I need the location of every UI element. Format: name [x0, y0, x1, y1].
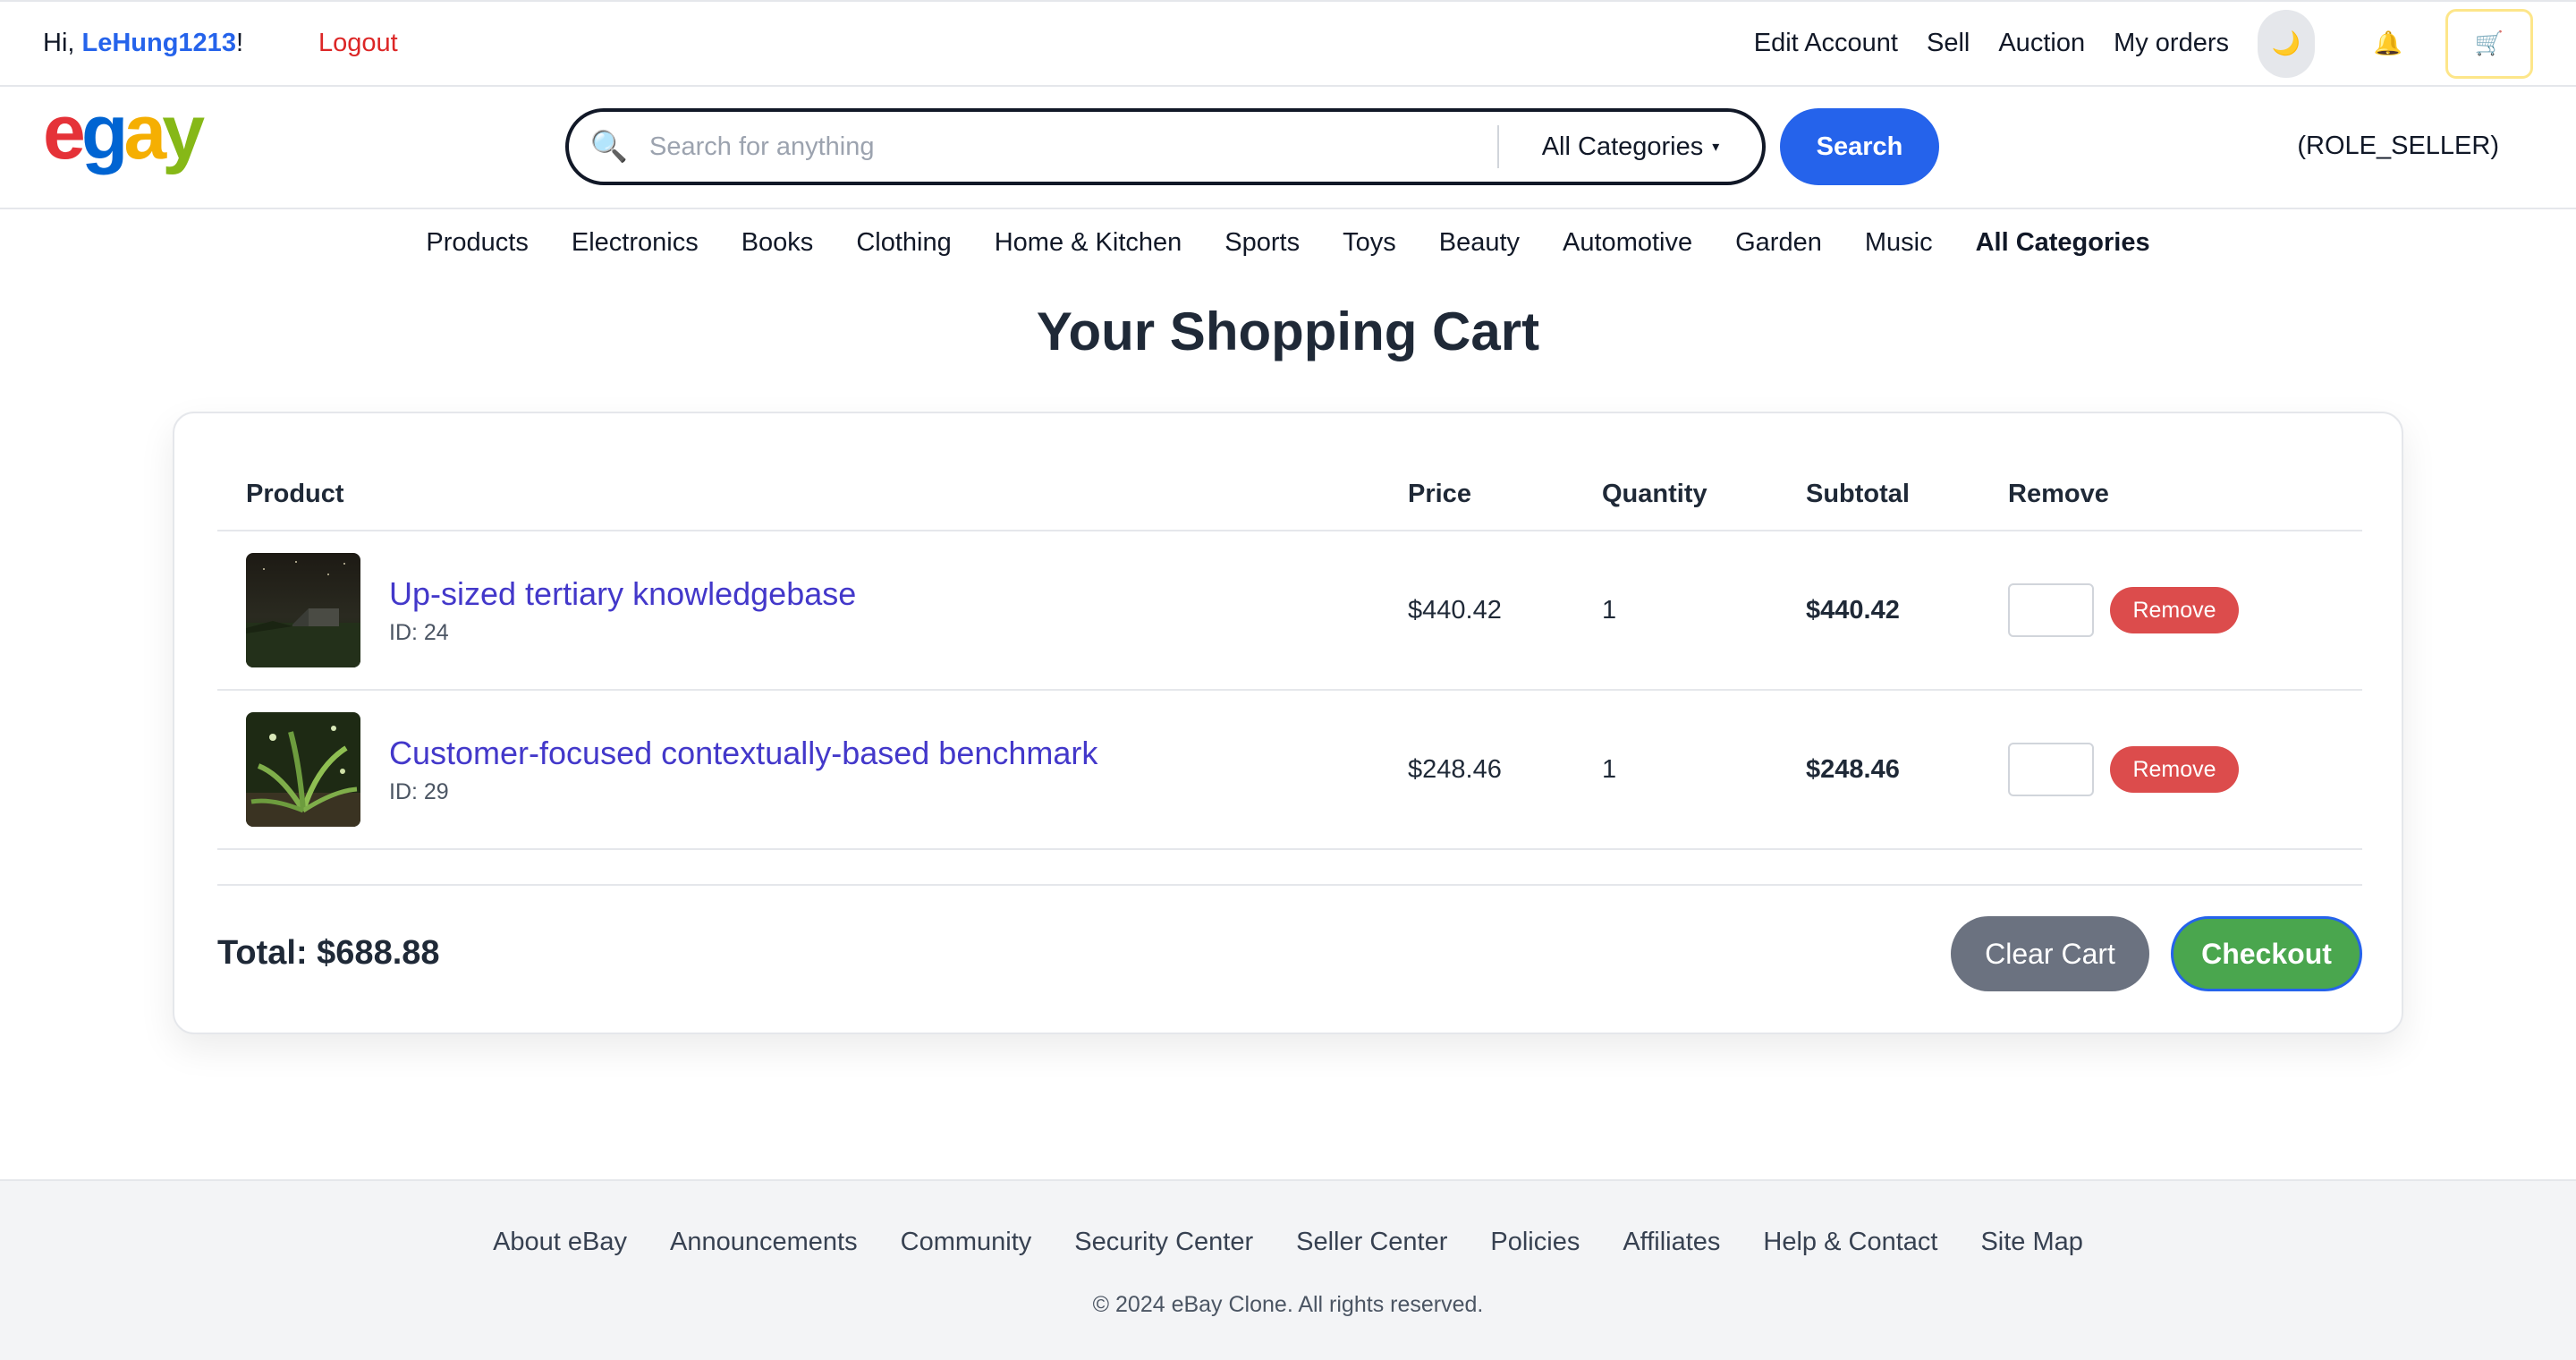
column-header-remove: Remove	[2008, 479, 2109, 508]
notifications-button[interactable]: 🔔	[2360, 15, 2417, 72]
nav-item-home-kitchen[interactable]: Home & Kitchen	[995, 228, 1182, 258]
footer-links: About eBay Announcements Community Secur…	[0, 1228, 2576, 1257]
greeting: Hi, LeHung1213!	[43, 29, 243, 58]
user-role: (ROLE_SELLER)	[2297, 132, 2499, 160]
search-icon: 🔍	[589, 130, 629, 164]
table-row: Up-sized tertiary knowledgebase ID: 24 $…	[217, 531, 2362, 691]
footer-link-security-center[interactable]: Security Center	[1074, 1228, 1253, 1257]
logo[interactable]: egay	[43, 94, 205, 171]
footer-link-announcements[interactable]: Announcements	[670, 1228, 858, 1257]
cart-card: Product Price Quantity Subtotal Remove U…	[173, 412, 2403, 1034]
page-title: Your Shopping Cart	[1036, 302, 1540, 361]
page-footer: About eBay Announcements Community Secur…	[0, 1179, 2576, 1360]
product-price: $248.46	[1408, 754, 1502, 784]
remove-quantity-input[interactable]	[2008, 583, 2094, 637]
nav-item-all-categories[interactable]: All Categories	[1976, 228, 2150, 258]
product-subtotal: $248.46	[1806, 754, 1900, 784]
remove-button[interactable]: Remove	[2110, 746, 2239, 793]
search-button[interactable]: Search	[1780, 108, 1939, 185]
nav-item-garden[interactable]: Garden	[1735, 228, 1822, 258]
header: egay 🔍 All Categories ▾ Search (ROLE_SEL…	[0, 87, 2576, 209]
footer-link-community[interactable]: Community	[901, 1228, 1032, 1257]
column-header-price: Price	[1408, 479, 1471, 508]
cart-summary: Total: $688.88 Clear Cart Checkout	[217, 884, 2362, 991]
product-info: Customer-focused contextually-based benc…	[389, 735, 1097, 805]
product-price: $440.42	[1408, 595, 1502, 625]
nav-item-books[interactable]: Books	[741, 228, 814, 258]
product-id: ID: 29	[389, 778, 449, 804]
greeting-suffix: !	[235, 29, 244, 57]
nav-item-sports[interactable]: Sports	[1224, 228, 1300, 258]
nav-item-music[interactable]: Music	[1865, 228, 1933, 258]
clear-cart-button[interactable]: Clear Cart	[1951, 916, 2149, 991]
nav-item-products[interactable]: Products	[426, 228, 528, 258]
table-header: Product Price Quantity Subtotal Remove	[217, 458, 2362, 531]
logout-link[interactable]: Logout	[318, 29, 398, 58]
bell-icon: 🔔	[2373, 30, 2403, 56]
product-name-link[interactable]: Up-sized tertiary knowledgebase	[389, 575, 856, 613]
edit-account-link[interactable]: Edit Account	[1754, 29, 1898, 58]
product-quantity: 1	[1602, 754, 1617, 784]
footer-link-seller-center[interactable]: Seller Center	[1296, 1228, 1447, 1257]
moon-icon: 🌙	[2271, 30, 2301, 56]
product-info: Up-sized tertiary knowledgebase ID: 24	[389, 575, 856, 646]
nav-item-beauty[interactable]: Beauty	[1439, 228, 1520, 258]
username[interactable]: LeHung1213	[82, 29, 236, 57]
product-subtotal: $440.42	[1806, 595, 1900, 625]
search-bar: 🔍 All Categories ▾	[565, 108, 1766, 185]
night-house-image	[246, 553, 360, 667]
footer-link-policies[interactable]: Policies	[1490, 1228, 1580, 1257]
nav-item-electronics[interactable]: Electronics	[572, 228, 699, 258]
cart-total: Total: $688.88	[217, 934, 440, 972]
nav-item-clothing[interactable]: Clothing	[856, 228, 951, 258]
product-name-link[interactable]: Customer-focused contextually-based benc…	[389, 735, 1097, 772]
product-cell: Customer-focused contextually-based benc…	[217, 712, 1408, 827]
cart-button[interactable]: 🛒	[2445, 8, 2533, 79]
sell-link[interactable]: Sell	[1927, 29, 1970, 58]
column-header-quantity: Quantity	[1602, 479, 1707, 508]
logo-letter-e: e	[43, 89, 86, 175]
product-cell: Up-sized tertiary knowledgebase ID: 24	[217, 553, 1408, 667]
product-thumbnail[interactable]	[246, 553, 360, 667]
cart-icon: 🛒	[2474, 30, 2504, 56]
top-bar: Hi, LeHung1213! Logout Edit Account Sell…	[0, 0, 2576, 87]
product-thumbnail[interactable]	[246, 712, 360, 827]
product-quantity: 1	[1602, 595, 1617, 625]
checkout-button[interactable]: Checkout	[2171, 916, 2362, 991]
category-select-label: All Categories	[1541, 132, 1704, 161]
auction-link[interactable]: Auction	[1998, 29, 2085, 58]
remove-cell: Remove	[2008, 743, 2362, 796]
footer-link-affiliates[interactable]: Affiliates	[1623, 1228, 1720, 1257]
logo-letter-a: a	[123, 89, 166, 175]
nav-item-toys[interactable]: Toys	[1343, 228, 1396, 258]
footer-link-help-contact[interactable]: Help & Contact	[1763, 1228, 1937, 1257]
logo-letter-g: g	[80, 89, 128, 175]
my-orders-link[interactable]: My orders	[2114, 29, 2229, 58]
top-right-nav: Edit Account Sell Auction My orders 🌙 🔔 …	[1754, 8, 2533, 79]
remove-cell: Remove	[2008, 583, 2362, 637]
column-header-subtotal: Subtotal	[1806, 479, 1910, 508]
cart-table: Product Price Quantity Subtotal Remove U…	[217, 458, 2362, 850]
logo-letter-y: y	[162, 89, 205, 175]
nav-item-automotive[interactable]: Automotive	[1563, 228, 1692, 258]
copyright: © 2024 eBay Clone. All rights reserved.	[1092, 1292, 1484, 1317]
category-select[interactable]: All Categories ▾	[1499, 132, 1762, 162]
table-row: Customer-focused contextually-based benc…	[217, 691, 2362, 850]
footer-link-site-map[interactable]: Site Map	[1980, 1228, 2082, 1257]
remove-button[interactable]: Remove	[2110, 587, 2239, 633]
column-header-product: Product	[246, 479, 344, 508]
plant-image	[246, 712, 360, 827]
chevron-down-icon: ▾	[1712, 140, 1720, 155]
greeting-prefix: Hi,	[43, 29, 82, 57]
search-input[interactable]	[649, 120, 1497, 174]
category-nav: Products Electronics Books Clothing Home…	[0, 209, 2576, 276]
footer-link-about[interactable]: About eBay	[493, 1228, 627, 1257]
theme-toggle-button[interactable]: 🌙	[2258, 9, 2315, 78]
remove-quantity-input[interactable]	[2008, 743, 2094, 796]
product-id: ID: 24	[389, 619, 449, 645]
